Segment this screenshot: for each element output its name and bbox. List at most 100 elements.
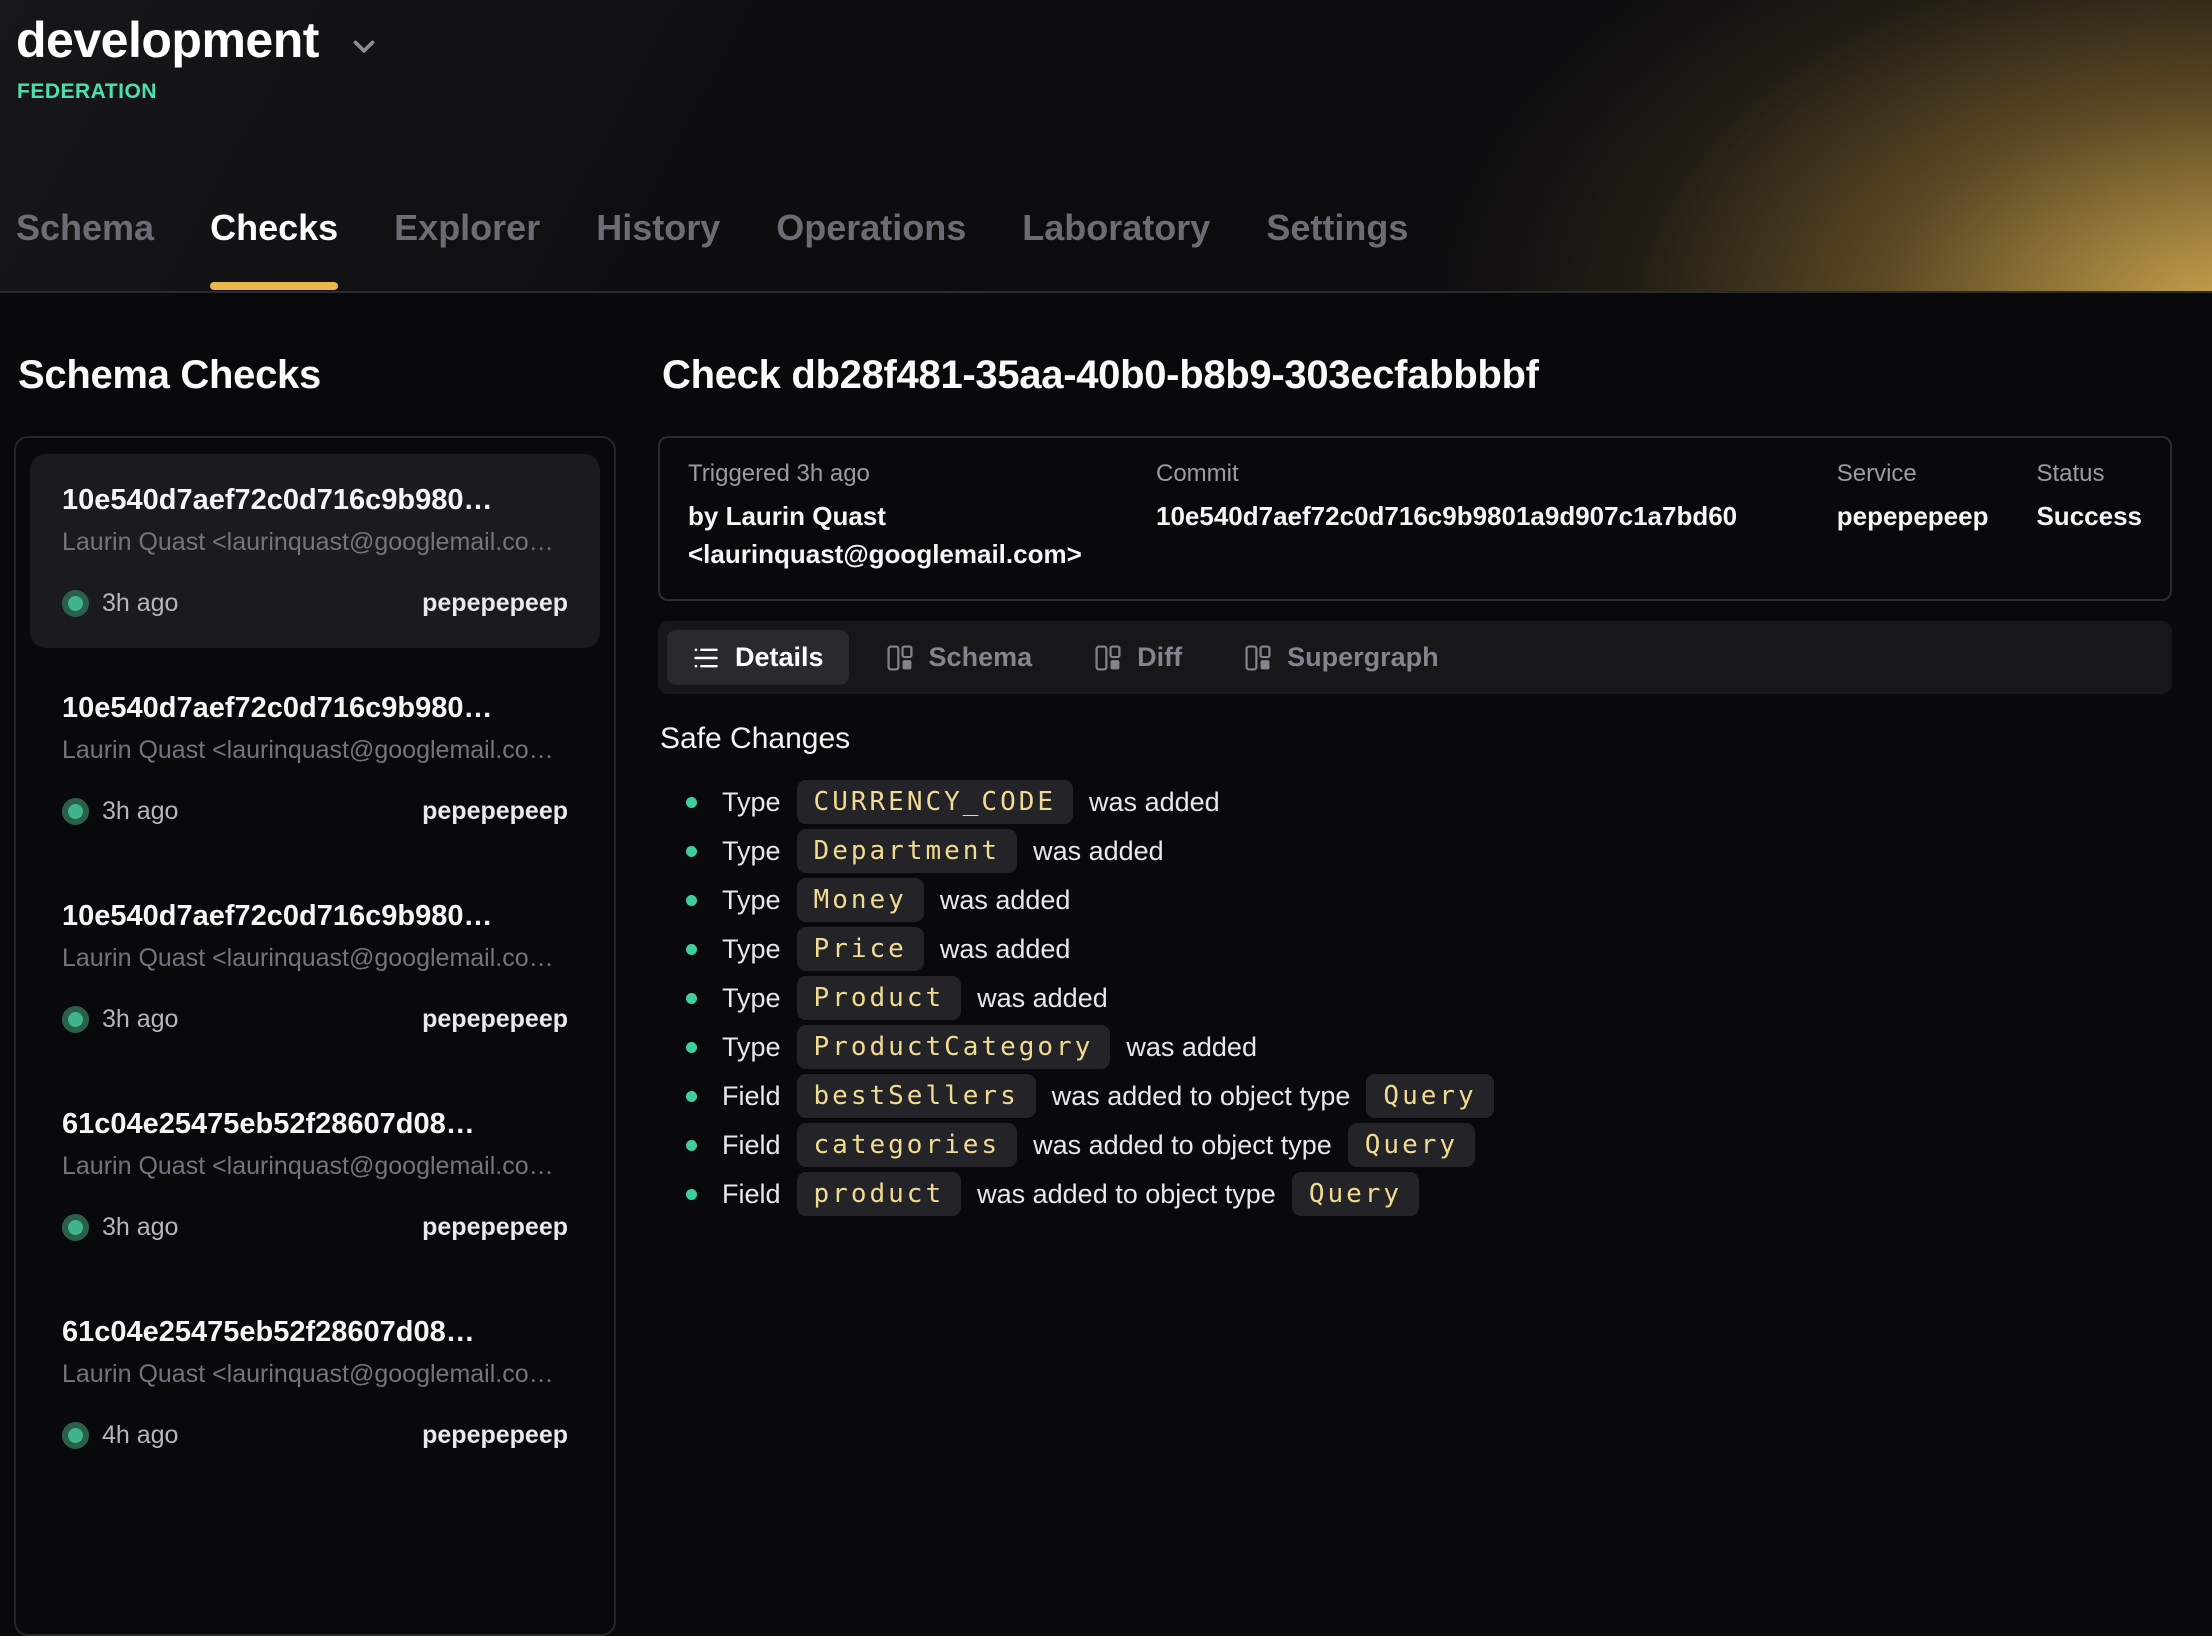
view-tab-details[interactable]: Details — [667, 630, 849, 685]
change-action: was added — [977, 983, 1108, 1014]
meta-status-label: Status — [2036, 460, 2142, 488]
view-tab-diff[interactable]: Diff — [1069, 630, 1207, 685]
change-row: TypeProductwas added — [686, 976, 2172, 1020]
change-kind: Type — [722, 1032, 781, 1063]
project-type-badge: FEDERATION — [17, 80, 2212, 104]
code-chip: product — [797, 1172, 962, 1216]
check-item-footer: 4h ago pepepepeep — [62, 1421, 568, 1450]
view-tab-label: Diff — [1137, 642, 1182, 673]
bullet-icon — [686, 944, 697, 955]
check-meta-box: Triggered 3h ago by Laurin Quast <laurin… — [658, 436, 2172, 601]
check-list-item[interactable]: 10e540d7aef72c0d716c9b980…Laurin Quast <… — [30, 454, 600, 648]
check-time: 4h ago — [102, 1421, 178, 1450]
check-service: pepepepeep — [422, 1005, 568, 1034]
view-tab-label: Schema — [929, 642, 1033, 673]
change-action: was added — [1126, 1032, 1257, 1063]
check-when: 4h ago — [62, 1421, 178, 1450]
check-list-item[interactable]: 61c04e25475eb52f28607d08… Laurin Quast <l… — [30, 1078, 600, 1272]
change-action: was added — [1033, 836, 1164, 867]
check-list-item[interactable]: 10e540d7aef72c0d716c9b980… Laurin Quast <… — [30, 870, 600, 1064]
change-action: was added — [1089, 787, 1220, 818]
check-item-footer: 3h ago pepepepeep — [62, 797, 568, 826]
meta-triggered-email: <laurinquast@googlemail.com> — [688, 536, 1108, 574]
change-row: FieldbestSellerswas added to object type… — [686, 1074, 2172, 1118]
check-service: pepepepeep — [422, 589, 568, 618]
check-item-footer: 3h agopepepepeep — [62, 1213, 568, 1242]
tab-operations[interactable]: Operations — [776, 207, 966, 293]
change-row: Fieldproductwas added to object typeQuer… — [686, 1172, 2172, 1216]
code-chip: categories — [797, 1123, 1018, 1167]
schema-checks-title: Schema Checks — [18, 353, 616, 398]
check-when: 3h ago — [62, 589, 178, 618]
check-author: Laurin Quast <laurinquast@googlemail.co… — [62, 1360, 568, 1389]
change-action: was added to object type — [977, 1179, 1276, 1210]
check-list-item[interactable]: 61c04e25475eb52f28607d08…Laurin Quast <l… — [30, 1286, 600, 1480]
code-chip: Product — [797, 976, 962, 1020]
check-when: 3h ago — [62, 1005, 178, 1034]
change-row: TypeDepartmentwas added — [686, 829, 2172, 873]
change-row: Type ProductCategory was added — [686, 1025, 2172, 1069]
tab-explorer[interactable]: Explorer — [394, 207, 540, 293]
check-author: Laurin Quast <laurinquast@googlemail.co… — [62, 1152, 568, 1181]
check-time: 3h ago — [102, 589, 178, 618]
check-service: pepepepeep — [422, 1421, 568, 1450]
change-action: was added — [940, 934, 1071, 965]
check-item-footer: 3h ago pepepepeep — [62, 1005, 568, 1034]
change-row: Type CURRENCY_CODE was added — [686, 780, 2172, 824]
check-id: 10e540d7aef72c0d716c9b980… — [62, 900, 568, 933]
code-chip: Money — [797, 878, 924, 922]
view-tab-label: Details — [735, 642, 824, 673]
change-action: was added — [940, 885, 1071, 916]
header: development FEDERATION Schema Checks Explo… — [0, 0, 2212, 293]
meta-service-label: Service — [1837, 460, 1989, 488]
check-id: 10e540d7aef72c0d716c9b980… — [62, 692, 568, 725]
project-name: development — [16, 12, 319, 70]
check-when: 3h ago — [62, 797, 178, 826]
meta-service: Service pepepepeep — [1837, 460, 1989, 536]
code-chip: Query — [1348, 1123, 1475, 1167]
bullet-icon — [686, 1189, 697, 1200]
view-tab-schema[interactable]: Schema — [861, 630, 1058, 685]
code-chip: ProductCategory — [797, 1025, 1111, 1069]
content: Schema Checks 10e540d7aef72c0d716c9b980…… — [0, 293, 2212, 1636]
check-item-footer: 3h ago pepepepeep — [62, 589, 568, 618]
code-chip: Department — [797, 829, 1018, 873]
view-tab-supergraph[interactable]: Supergraph — [1219, 630, 1464, 685]
chevron-down-icon[interactable] — [347, 29, 381, 63]
status-dot-icon — [62, 1214, 89, 1241]
meta-status: Status Success — [2036, 460, 2142, 536]
main-nav: Schema Checks Explorer History Operations Lab… — [16, 207, 2212, 293]
check-detail-panel: Check db28f481-35aa-40b0-b8b9-303ecfabbb… — [658, 293, 2172, 1216]
meta-commit-label: Commit — [1156, 460, 1789, 488]
status-dot-icon — [62, 798, 89, 825]
change-kind: Type — [722, 934, 781, 965]
meta-service-value: pepepepeep — [1837, 498, 1989, 536]
check-author: Laurin Quast <laurinquast@googlemail.co… — [62, 944, 568, 973]
tab-checks[interactable]: Checks — [210, 207, 338, 293]
safe-changes-title: Safe Changes — [660, 722, 2172, 756]
check-time: 3h ago — [102, 1005, 178, 1034]
bullet-icon — [686, 1042, 697, 1053]
project-title-row: development — [0, 0, 2212, 70]
status-dot-icon — [62, 1422, 89, 1449]
bullet-icon — [686, 797, 697, 808]
meta-commit: Commit 10e540d7aef72c0d716c9b9801a9d907c… — [1156, 460, 1789, 536]
change-action: was added to object type — [1033, 1130, 1332, 1161]
change-row: TypeMoneywas added — [686, 878, 2172, 922]
tab-laboratory[interactable]: Laboratory — [1022, 207, 1210, 293]
code-chip: CURRENCY_CODE — [797, 780, 1074, 824]
status-dot-icon — [62, 590, 89, 617]
check-title: Check db28f481-35aa-40b0-b8b9-303ecfabbb… — [662, 353, 2172, 398]
check-service: pepepepeep — [422, 797, 568, 826]
tab-history[interactable]: History — [596, 207, 720, 293]
change-kind: Type — [722, 787, 781, 818]
tab-settings[interactable]: Settings — [1266, 207, 1408, 293]
change-kind: Field — [722, 1081, 781, 1112]
bullet-icon — [686, 895, 697, 906]
bullet-icon — [686, 1091, 697, 1102]
columns-icon — [886, 644, 914, 672]
check-time: 3h ago — [102, 1213, 178, 1242]
check-list-item[interactable]: 10e540d7aef72c0d716c9b980…Laurin Quast <… — [30, 662, 600, 856]
tab-schema[interactable]: Schema — [16, 207, 154, 293]
check-id: 61c04e25475eb52f28607d08… — [62, 1108, 568, 1141]
